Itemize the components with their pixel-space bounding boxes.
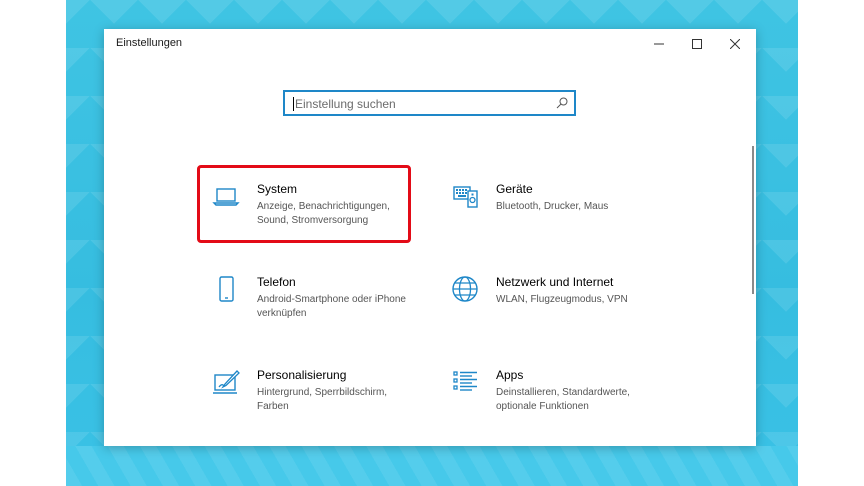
tile-system[interactable]: System Anzeige, Benachrichtigungen, Soun… xyxy=(199,169,413,245)
title-bar[interactable]: Einstellungen xyxy=(104,29,756,58)
close-button[interactable] xyxy=(716,29,754,58)
globe-icon xyxy=(452,276,478,302)
tile-description: Bluetooth, Drucker, Maus xyxy=(496,201,609,212)
tile-description: Deinstallieren, Standardwerte, optionale… xyxy=(496,387,630,412)
tile-description: Android-Smartphone oder iPhone verknüpfe… xyxy=(257,294,406,319)
tile-title: Netzwerk und Internet xyxy=(496,275,614,289)
minimize-button[interactable] xyxy=(640,29,678,58)
desktop-pattern xyxy=(66,446,798,486)
laptop-icon xyxy=(212,188,240,206)
tile-title: Geräte xyxy=(496,182,533,196)
scrollbar[interactable] xyxy=(752,146,754,294)
tile-apps[interactable]: Apps Deinstallieren, Standardwerte, opti… xyxy=(438,355,652,431)
tile-personalization[interactable]: Personalisierung Hintergrund, Sperrbilds… xyxy=(199,355,413,431)
tile-phone[interactable]: Telefon Android-Smartphone oder iPhone v… xyxy=(199,262,413,338)
minimize-icon xyxy=(654,43,664,44)
search-box[interactable]: Einstellung suchen xyxy=(283,90,576,116)
tile-description: Anzeige, Benachrichtigungen, Sound, Stro… xyxy=(257,201,390,226)
search-placeholder: Einstellung suchen xyxy=(295,97,396,111)
maximize-button[interactable] xyxy=(678,29,716,58)
search-icon[interactable] xyxy=(556,97,568,109)
maximize-icon xyxy=(692,38,702,49)
apps-list-icon xyxy=(453,371,477,391)
tile-description: WLAN, Flugzeugmodus, VPN xyxy=(496,294,628,305)
paint-icon xyxy=(213,370,240,394)
tile-description: Hintergrund, Sperrbildschirm, Farben xyxy=(257,387,388,412)
tile-title: Personalisierung xyxy=(257,368,347,382)
phone-icon xyxy=(219,276,234,302)
tile-title: Apps xyxy=(496,368,524,382)
tile-network[interactable]: Netzwerk und Internet WLAN, Flugzeugmodu… xyxy=(438,262,652,338)
tile-devices[interactable]: Geräte Bluetooth, Drucker, Maus xyxy=(438,169,652,245)
tile-title: Telefon xyxy=(257,275,296,289)
window-title: Einstellungen xyxy=(116,37,183,49)
text-caret xyxy=(293,97,294,111)
tile-title: System xyxy=(257,182,298,196)
devices-icon xyxy=(453,186,478,208)
close-icon xyxy=(730,38,740,49)
settings-window: Einstellungen Einstellung suchen System … xyxy=(104,29,756,446)
